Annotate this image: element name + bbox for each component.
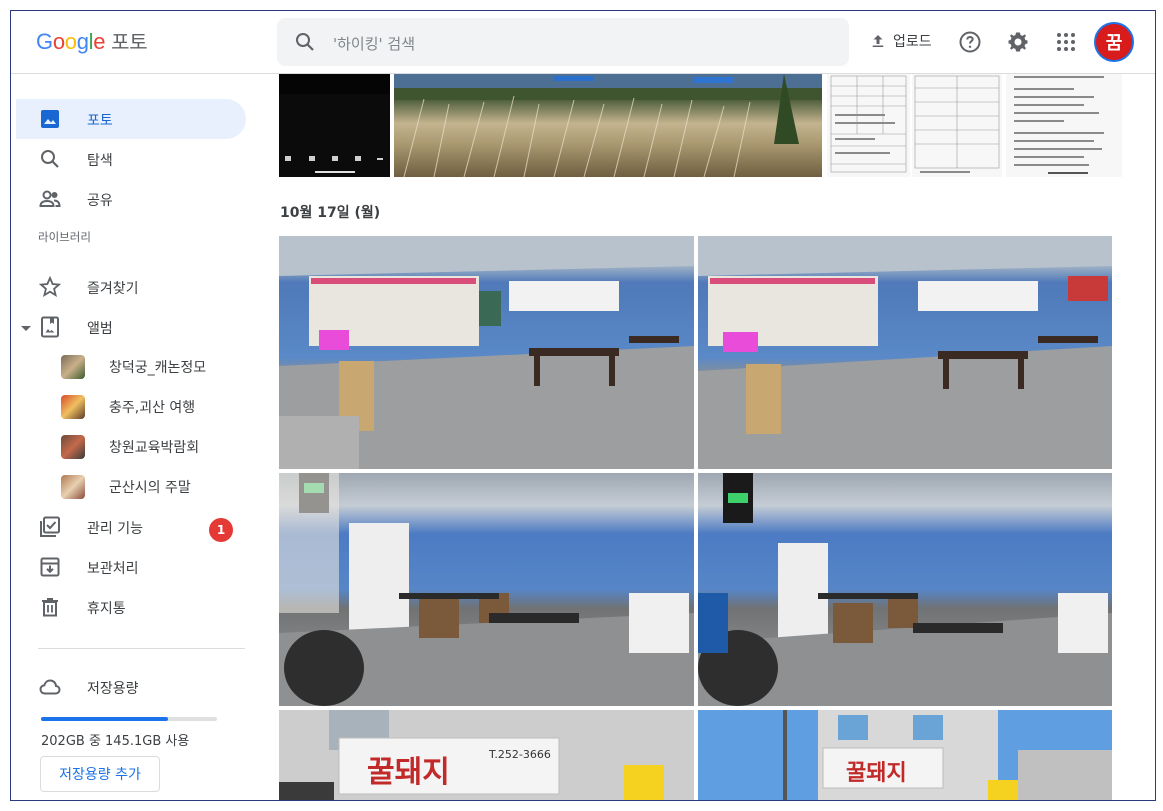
photo-thumbnail[interactable]: [1006, 74, 1122, 177]
apps-grid-icon[interactable]: [1054, 30, 1078, 54]
trash-icon: [42, 598, 58, 617]
sign-text: 꿀돼지: [846, 761, 907, 786]
logo-letter: o: [64, 29, 77, 54]
photo-thumbnail[interactable]: [698, 236, 1112, 469]
help-icon[interactable]: [958, 30, 982, 54]
photo-image: [698, 236, 1112, 469]
photo-thumbnail[interactable]: 꿀돼지 T.252-3666: [279, 710, 694, 800]
photo-thumbnail[interactable]: [912, 74, 1002, 177]
star-icon: [38, 275, 62, 297]
photo-thumbnail[interactable]: [827, 74, 910, 177]
album-label: 군산시의 주말: [109, 480, 191, 496]
sidebar-item-photos[interactable]: 포토: [16, 99, 246, 139]
notification-badge: 1: [209, 518, 233, 542]
storage-progress-bar: [41, 717, 217, 721]
photo-image: 꿀돼지: [698, 710, 1112, 800]
photo-thumbnail[interactable]: [279, 236, 694, 469]
video-controls-icon: [279, 94, 390, 177]
google-photos-logo[interactable]: Google 포토: [36, 26, 148, 55]
sidebar-item-label: 보관처리: [87, 561, 139, 577]
top-bar: Google 포토 '하이킹' 검색 업로드 꿈: [11, 11, 1155, 74]
people-icon: [39, 190, 61, 207]
photo-image: 꿀돼지 T.252-3666: [279, 710, 694, 800]
photo-icon: [41, 110, 59, 128]
product-name: 포토: [111, 30, 148, 54]
photo-thumbnail[interactable]: [279, 473, 694, 706]
album-label: 충주,괴산 여행: [109, 400, 196, 416]
album-icon: [41, 316, 59, 338]
photo-image: [279, 236, 694, 469]
upload-icon: [872, 35, 884, 47]
photo-image: [698, 473, 1112, 706]
photo-grid: 10월 17일 (월) 꿀돼지 T.252-3666 꿀돼지: [279, 74, 1155, 800]
photo-thumbnail[interactable]: [394, 74, 822, 177]
app-window: Google포토 '하이킹' 검색 업로드 꿈 포토 탐색 공유 라이브러리: [10, 10, 1156, 801]
document-image: [830, 75, 907, 173]
album-thumbnail: [61, 435, 85, 459]
sidebar-item-storage[interactable]: 저장용량: [16, 667, 246, 707]
sidebar-item-archive[interactable]: 보관처리: [16, 547, 246, 587]
album-item[interactable]: 충주,괴산 여행: [61, 389, 195, 425]
buy-storage-button[interactable]: 저장용량 추가: [40, 756, 160, 792]
search-icon[interactable]: [293, 30, 317, 54]
sidebar-item-label: 포토: [87, 113, 113, 129]
photo-image: [279, 473, 694, 706]
logo-letter: o: [52, 29, 65, 54]
archive-icon: [40, 557, 60, 577]
sidebar-item-label: 앨범: [87, 321, 113, 337]
settings-icon[interactable]: [1006, 30, 1030, 54]
sign-phone: T.252-3666: [488, 748, 551, 761]
sidebar-item-label: 즐겨찾기: [87, 281, 139, 297]
search-icon: [41, 150, 59, 168]
album-thumbnail: [61, 355, 85, 379]
sidebar-item-explore[interactable]: 탐색: [16, 139, 246, 179]
album-thumbnail: [61, 475, 85, 499]
sidebar-item-albums[interactable]: 앨범: [16, 307, 246, 347]
upload-label: 업로드: [893, 34, 932, 50]
sidebar-item-favorites[interactable]: 즐겨찾기: [16, 267, 246, 307]
storage-progress-fill: [41, 717, 168, 721]
sidebar-divider: [38, 648, 245, 649]
logo-letter: g: [76, 29, 89, 54]
album-label: 창덕궁_캐논정모: [109, 360, 207, 376]
upload-button[interactable]: 업로드: [869, 29, 932, 53]
album-item[interactable]: 창원교육박람회: [61, 429, 199, 465]
cloud-icon: [39, 679, 61, 695]
library-section-label: 라이브러리: [38, 230, 91, 244]
sidebar-item-label: 관리 기능: [87, 521, 143, 537]
sidebar-item-label: 공유: [87, 193, 113, 209]
photo-image: [394, 74, 822, 177]
date-header: 10월 17일 (월): [280, 205, 381, 221]
sidebar-item-label: 탐색: [87, 153, 113, 169]
sign-text: 꿀돼지: [367, 755, 450, 790]
account-avatar[interactable]: 꿈: [1094, 22, 1134, 62]
search-bar[interactable]: '하이킹' 검색: [277, 18, 849, 66]
sidebar-item-label: 저장용량: [87, 681, 139, 697]
search-input[interactable]: '하이킹' 검색: [333, 33, 415, 54]
document-image: [1014, 76, 1104, 174]
album-label: 창원교육박람회: [109, 440, 200, 456]
photo-thumbnail[interactable]: [698, 473, 1112, 706]
photo-thumbnail[interactable]: [279, 74, 390, 177]
logo-letter: e: [93, 29, 106, 54]
manage-icon: [40, 516, 60, 537]
album-thumbnail: [61, 395, 85, 419]
logo-letter: G: [36, 29, 53, 54]
sidebar-item-sharing[interactable]: 공유: [16, 179, 246, 219]
sidebar-item-label: 휴지통: [87, 601, 126, 617]
sidebar: 포토 탐색 공유 라이브러리 즐겨찾기 앨범 창덕궁_캐논정모 충주,괴산 여행: [11, 74, 267, 800]
photo-thumbnail[interactable]: 꿀돼지: [698, 710, 1112, 800]
sidebar-item-trash[interactable]: 휴지통: [16, 587, 246, 627]
storage-usage-text: 202GB 중 145.1GB 사용: [41, 734, 190, 749]
document-image: [914, 75, 1000, 173]
album-item[interactable]: 창덕궁_캐논정모: [61, 349, 206, 385]
album-item[interactable]: 군산시의 주말: [61, 469, 191, 505]
